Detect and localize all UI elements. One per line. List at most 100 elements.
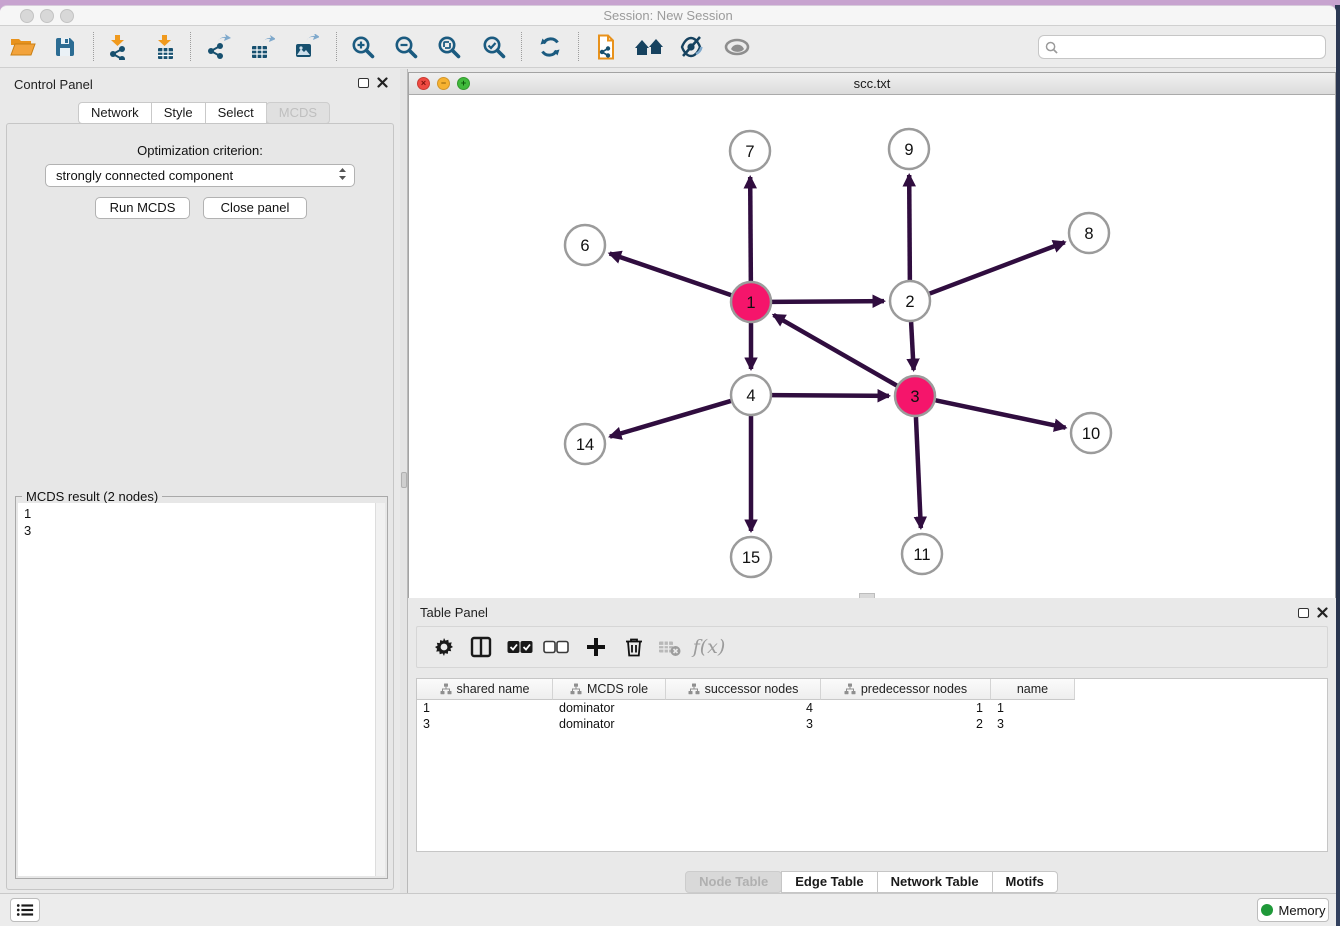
tab-network-table[interactable]: Network Table [877, 871, 993, 893]
delete-table-icon[interactable] [658, 638, 682, 657]
column-header[interactable]: MCDS role [553, 679, 666, 700]
mcds-result-list[interactable]: 13 [18, 503, 375, 876]
table-cell[interactable]: 2 [821, 716, 991, 732]
table-cell[interactable]: 4 [666, 700, 821, 716]
graph-node-14[interactable]: 14 [565, 424, 605, 464]
close-table-panel-icon[interactable] [1317, 607, 1328, 618]
mcds-result-line[interactable]: 3 [24, 522, 375, 539]
memory-button[interactable]: Memory [1257, 898, 1329, 922]
column-header[interactable]: successor nodes [666, 679, 821, 700]
graph-node-6[interactable]: 6 [565, 225, 605, 265]
table-cell[interactable]: 3 [417, 716, 553, 732]
network-resize-grip[interactable] [859, 593, 875, 598]
table-cell[interactable]: 1 [991, 700, 1075, 716]
tab-style[interactable]: Style [151, 102, 206, 124]
function-builder-icon[interactable]: f(x) [693, 636, 726, 658]
import-table-icon[interactable] [152, 34, 178, 60]
table-cell[interactable]: dominator [553, 700, 666, 716]
table-cell[interactable]: dominator [553, 716, 666, 732]
search-icon [1045, 41, 1058, 54]
graph-node-4[interactable]: 4 [731, 375, 771, 415]
graph-node-15[interactable]: 15 [731, 537, 771, 577]
svg-text:10: 10 [1082, 425, 1100, 443]
graph-node-2[interactable]: 2 [890, 281, 930, 321]
mcds-result-title: MCDS result (2 nodes) [22, 489, 162, 504]
export-network-icon[interactable] [205, 34, 231, 60]
splitter-grip[interactable] [401, 472, 407, 488]
toolbar-separator [93, 32, 94, 61]
graph-edge-1-6[interactable] [610, 253, 732, 295]
mcds-result-line[interactable]: 1 [24, 505, 375, 522]
graph-node-7[interactable]: 7 [730, 131, 770, 171]
save-icon[interactable] [53, 35, 77, 59]
zoom-in-icon[interactable] [350, 34, 376, 60]
graph-edge-2-3[interactable] [911, 322, 914, 370]
optimization-criterion-dropdown[interactable]: strongly connected component [45, 164, 355, 187]
graph-node-9[interactable]: 9 [889, 129, 929, 169]
mcds-result-scrollbar[interactable] [375, 503, 385, 876]
select-all-icon[interactable] [507, 640, 533, 654]
close-panel-icon[interactable] [377, 77, 388, 88]
tab-mcds[interactable]: MCDS [266, 102, 330, 124]
homes-icon[interactable] [634, 35, 664, 59]
graph-edge-3-11[interactable] [916, 417, 921, 528]
toolbar-separator [336, 32, 337, 61]
show-tasks-button[interactable] [10, 898, 40, 922]
network-document-icon[interactable] [593, 34, 619, 60]
column-header[interactable]: name [991, 679, 1075, 700]
table-row[interactable]: 1dominator411 [417, 700, 1327, 716]
refresh-layout-icon[interactable] [537, 34, 563, 60]
table-cell[interactable]: 1 [417, 700, 553, 716]
export-image-icon[interactable] [293, 34, 319, 60]
network-canvas[interactable]: 7 9 6 8 1 2 4 3 14 10 15 11 [409, 95, 1335, 598]
graph-node-8[interactable]: 8 [1069, 213, 1109, 253]
tab-node-table[interactable]: Node Table [685, 871, 782, 893]
network-window-titlebar: × − + scc.txt [409, 73, 1335, 95]
import-network-icon[interactable] [105, 34, 131, 60]
deselect-all-icon[interactable] [543, 640, 569, 654]
column-header[interactable]: shared name [417, 679, 553, 700]
export-table-icon[interactable] [249, 34, 275, 60]
gear-icon[interactable] [433, 636, 455, 658]
graph-node-10[interactable]: 10 [1071, 413, 1111, 453]
zoom-out-icon[interactable] [393, 34, 419, 60]
svg-text:1: 1 [746, 294, 755, 312]
open-folder-icon[interactable] [10, 36, 36, 58]
column-header[interactable]: predecessor nodes [821, 679, 991, 700]
table-cell[interactable]: 3 [991, 716, 1075, 732]
search-input[interactable] [1062, 40, 1325, 55]
zoom-selected-icon[interactable] [481, 34, 507, 60]
graph-node-11[interactable]: 11 [902, 534, 942, 574]
search-field[interactable] [1038, 35, 1326, 59]
graph-edge-1-2[interactable] [772, 301, 884, 302]
panel-splitter[interactable] [400, 69, 408, 893]
run-mcds-button[interactable]: Run MCDS [95, 197, 190, 219]
zoom-fit-icon[interactable] [436, 34, 462, 60]
graph-edge-3-10[interactable] [936, 400, 1066, 427]
memory-label: Memory [1279, 903, 1326, 918]
table-row[interactable]: 3dominator323 [417, 716, 1327, 732]
graph-edge-4-3[interactable] [772, 395, 889, 396]
graph-node-3[interactable]: 3 [895, 376, 935, 416]
float-panel-icon[interactable] [358, 78, 369, 88]
graphics-details-icon[interactable] [679, 34, 705, 60]
graph-edge-4-14[interactable] [610, 401, 731, 437]
add-column-icon[interactable] [585, 636, 607, 658]
table-cell[interactable]: 1 [821, 700, 991, 716]
birds-eye-icon[interactable] [723, 36, 751, 58]
table-cell[interactable]: 3 [666, 716, 821, 732]
float-table-panel-icon[interactable] [1298, 608, 1309, 618]
tab-motifs[interactable]: Motifs [992, 871, 1058, 893]
graph-edge-1-7[interactable] [750, 177, 751, 281]
table-panel-title: Table Panel [420, 605, 488, 620]
tab-edge-table[interactable]: Edge Table [781, 871, 877, 893]
close-panel-button[interactable]: Close panel [203, 197, 307, 219]
columns-icon[interactable] [470, 636, 492, 658]
graph-edge-2-8[interactable] [930, 242, 1065, 293]
graph-edge-2-9[interactable] [909, 175, 910, 280]
graph-edge-3-1[interactable] [774, 315, 897, 386]
tab-select[interactable]: Select [205, 102, 267, 124]
delete-column-icon[interactable] [623, 636, 645, 658]
graph-node-1[interactable]: 1 [731, 282, 771, 322]
tab-network[interactable]: Network [78, 102, 152, 124]
